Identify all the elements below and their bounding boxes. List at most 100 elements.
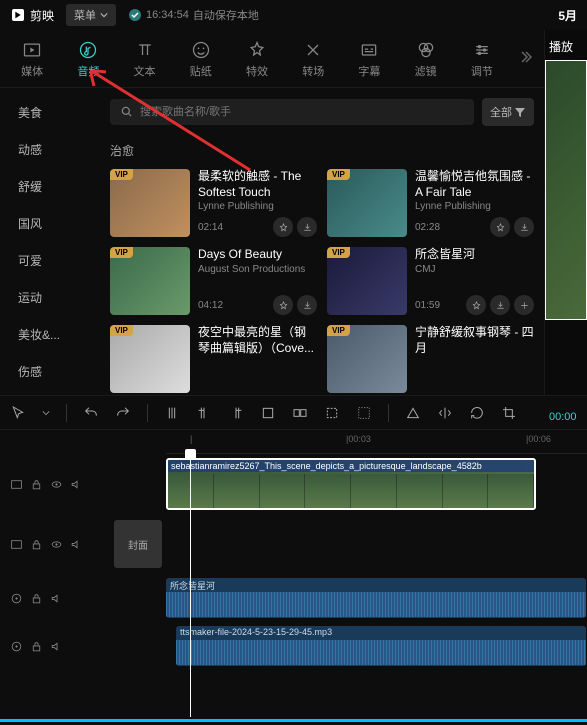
expand-tool[interactable] bbox=[356, 405, 372, 421]
favorite-button[interactable] bbox=[273, 295, 293, 315]
music-card-0[interactable]: VIP 最柔软的触感 - The Softest Touch Lynne Pub… bbox=[110, 169, 317, 237]
effect-icon bbox=[247, 40, 267, 60]
audio-clip-1[interactable]: 所念皆星河 bbox=[166, 578, 586, 618]
music-artist: August Son Productions bbox=[198, 264, 317, 275]
music-thumb: VIP bbox=[327, 325, 407, 393]
cover-slot-empty bbox=[110, 454, 166, 514]
image-icon[interactable] bbox=[10, 478, 23, 491]
text-icon bbox=[135, 40, 155, 60]
split-left-tool[interactable] bbox=[196, 405, 212, 421]
sidebar-cat-3[interactable]: 国风 bbox=[0, 205, 100, 242]
volume-icon[interactable] bbox=[70, 538, 83, 551]
tab-filter[interactable]: 滤镜 bbox=[402, 39, 450, 79]
volume-icon[interactable] bbox=[50, 640, 63, 653]
music-title: 宁静舒缓叙事钢琴 - 四月 bbox=[415, 325, 534, 356]
asset-tabs: 媒体 音频 文本 贴纸 特效 转场 bbox=[0, 30, 544, 88]
disc-icon[interactable] bbox=[10, 640, 23, 653]
lock-icon[interactable] bbox=[30, 592, 43, 605]
download-button[interactable] bbox=[490, 295, 510, 315]
disc-icon[interactable] bbox=[10, 592, 23, 605]
image-icon[interactable] bbox=[10, 538, 23, 551]
loading-bar bbox=[0, 719, 587, 722]
download-button[interactable] bbox=[297, 217, 317, 237]
favorite-button[interactable] bbox=[273, 217, 293, 237]
cover-thumb[interactable]: 封面 bbox=[114, 520, 162, 568]
current-time: 00:00 bbox=[549, 411, 577, 423]
select-tool[interactable] bbox=[324, 405, 340, 421]
autosave-status: 16:34:54 自动保存本地 bbox=[128, 7, 259, 23]
sidebar-cat-7[interactable]: 伤感 bbox=[0, 353, 100, 390]
sidebar-cat-6[interactable]: 美妆&... bbox=[0, 316, 100, 353]
music-card-2[interactable]: VIP Days Of Beauty August Son Production… bbox=[110, 247, 317, 315]
audio-clip-1-label: 所念皆星河 bbox=[169, 578, 216, 593]
volume-icon[interactable] bbox=[70, 478, 83, 491]
eye-icon[interactable] bbox=[50, 538, 63, 551]
vip-badge: VIP bbox=[110, 325, 133, 336]
tab-sticker[interactable]: 贴纸 bbox=[177, 39, 225, 79]
lock-icon[interactable] bbox=[30, 478, 43, 491]
music-grid: VIP 最柔软的触感 - The Softest Touch Lynne Pub… bbox=[110, 169, 534, 393]
split-right-tool[interactable] bbox=[228, 405, 244, 421]
adjust-icon bbox=[472, 40, 492, 60]
tab-subtitle[interactable]: 字幕 bbox=[345, 39, 393, 79]
filter-button[interactable]: 全部 bbox=[482, 98, 534, 126]
timeline-ruler[interactable]: | |00:03 |00:06 bbox=[166, 430, 587, 454]
music-title: 最柔软的触感 - The Softest Touch bbox=[198, 169, 317, 200]
favorite-button[interactable] bbox=[490, 217, 510, 237]
placeholder-tool[interactable] bbox=[292, 405, 308, 421]
sidebar-cat-5[interactable]: 运动 bbox=[0, 279, 100, 316]
mirror-tool[interactable] bbox=[437, 405, 453, 421]
track-head-cover bbox=[0, 514, 110, 574]
music-card-3[interactable]: VIP 所念皆星河 CMJ 01:59 bbox=[327, 247, 534, 315]
preview-panel: 播放 00:00 bbox=[544, 30, 587, 395]
download-button[interactable] bbox=[514, 217, 534, 237]
lock-icon[interactable] bbox=[30, 538, 43, 551]
music-card-4[interactable]: VIP 夜空中最亮的星（钢琴曲篇辑版）（Cove... bbox=[110, 325, 317, 393]
split-tool[interactable] bbox=[164, 405, 180, 421]
lock-icon[interactable] bbox=[30, 640, 43, 653]
tab-subtitle-label: 字幕 bbox=[358, 63, 380, 79]
autosave-check-icon bbox=[128, 8, 142, 22]
tab-adjust[interactable]: 调节 bbox=[458, 39, 506, 79]
search-box[interactable] bbox=[110, 99, 474, 125]
download-button[interactable] bbox=[297, 295, 317, 315]
sidebar-cat-2[interactable]: 舒缓 bbox=[0, 168, 100, 205]
tab-effect[interactable]: 特效 bbox=[233, 39, 281, 79]
volume-icon[interactable] bbox=[50, 592, 63, 605]
category-sidebar: 美食动感舒缓国风可爱运动美妆&...伤感治愈 bbox=[0, 88, 100, 395]
favorite-button[interactable] bbox=[466, 295, 486, 315]
music-card-1[interactable]: VIP 温馨愉悦吉他氛围感 - A Fair Tale Lynne Publis… bbox=[327, 169, 534, 237]
time-display: 00:00 bbox=[549, 411, 577, 423]
tab-transition[interactable]: 转场 bbox=[289, 39, 337, 79]
cursor-tool[interactable] bbox=[10, 405, 26, 421]
triangle-tool[interactable] bbox=[405, 405, 421, 421]
undo-tool[interactable] bbox=[83, 405, 99, 421]
redo-tool[interactable] bbox=[115, 405, 131, 421]
tab-audio[interactable]: 音频 bbox=[64, 39, 112, 79]
eye-icon[interactable] bbox=[50, 478, 63, 491]
crop-tool[interactable] bbox=[501, 405, 517, 421]
video-clip[interactable]: sebastianramirez5267_This_scene_depicts_… bbox=[166, 458, 536, 510]
sidebar-cat-0[interactable]: 美食 bbox=[0, 94, 100, 131]
music-card-5[interactable]: VIP 宁静舒缓叙事钢琴 - 四月 bbox=[327, 325, 534, 393]
sidebar-cat-1[interactable]: 动感 bbox=[0, 131, 100, 168]
filter-label: 全部 bbox=[490, 104, 512, 120]
chevron-down-icon[interactable] bbox=[42, 409, 50, 417]
menu-dropdown[interactable]: 菜单 bbox=[66, 4, 116, 26]
filter-icon-small bbox=[514, 106, 526, 118]
music-duration: 02:14 bbox=[198, 222, 223, 233]
tab-text[interactable]: 文本 bbox=[120, 39, 168, 79]
rotate-tool[interactable] bbox=[469, 405, 485, 421]
audio-clip-2[interactable]: ttsmaker-file-2024-5-23-15-29-45.mp3 bbox=[176, 626, 586, 666]
tabs-expand[interactable] bbox=[514, 46, 536, 71]
logo-icon bbox=[10, 7, 26, 23]
subtitle-icon bbox=[359, 40, 379, 60]
sidebar-cat-4[interactable]: 可爱 bbox=[0, 242, 100, 279]
music-title: 夜空中最亮的星（钢琴曲篇辑版）（Cove... bbox=[198, 325, 317, 356]
playhead[interactable] bbox=[190, 457, 191, 717]
box-tool[interactable] bbox=[260, 405, 276, 421]
tab-media[interactable]: 媒体 bbox=[8, 39, 56, 79]
add-button[interactable] bbox=[514, 295, 534, 315]
tab-media-label: 媒体 bbox=[21, 63, 43, 79]
search-input[interactable] bbox=[140, 106, 464, 118]
